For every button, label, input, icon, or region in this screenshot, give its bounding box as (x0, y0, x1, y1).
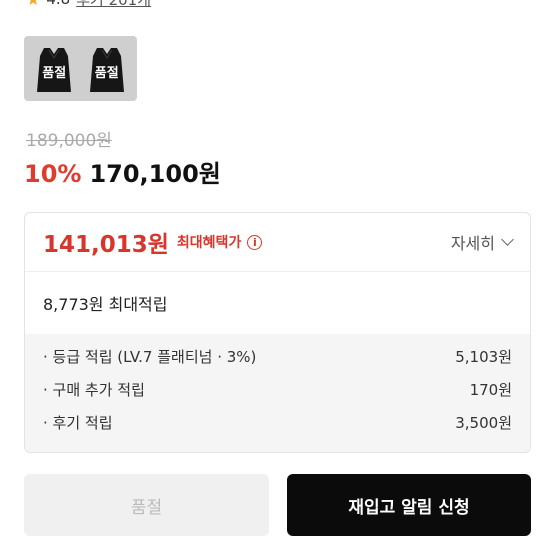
benefit-header: 141,013원 최대혜택가 i 자세히 (25, 213, 530, 272)
rating-score: 4.8 (46, 0, 70, 8)
list-item: · 등급 적립 (LV.7 플래티넘 · 3%) 5,103원 (43, 340, 512, 373)
breakdown-value: 170원 (469, 381, 512, 399)
max-benefit-price: 141,013원 (43, 232, 169, 258)
breakdown-label: · 등급 적립 (LV.7 플래티넘 · 3%) (43, 348, 257, 366)
list-item: · 구매 추가 적립 170원 (43, 373, 512, 406)
rating-row: ★ 4.8 후기 201개 (26, 0, 151, 10)
detail-toggle-label: 자세히 (450, 234, 495, 253)
list-item: · 후기 적립 3,500원 (43, 406, 512, 439)
benefit-panel: 141,013원 최대혜택가 i 자세히 8,773원 최대적립 · 등급 적립… (24, 212, 531, 453)
color-option-thumbnails: 품절 품절 (24, 36, 137, 101)
max-points: 8,773원 최대적립 (43, 295, 168, 314)
max-benefit-label: 최대혜택가 (176, 235, 242, 251)
star-icon: ★ (26, 0, 40, 9)
price-row: 10% 170,100원 (24, 154, 221, 189)
final-price: 170,100원 (89, 160, 221, 188)
soldout-label: 품절 (42, 65, 67, 81)
original-price: 189,000원 (26, 131, 112, 151)
chevron-down-icon (501, 233, 514, 246)
review-count-link[interactable]: 후기 201개 (76, 0, 151, 10)
info-icon[interactable]: i (247, 234, 263, 250)
breakdown-value: 5,103원 (455, 348, 512, 366)
points-breakdown: · 등급 적립 (LV.7 플래티넘 · 3%) 5,103원 · 구매 추가 … (25, 334, 530, 452)
soldout-button: 품절 (24, 474, 269, 536)
breakdown-value: 3,500원 (455, 414, 512, 432)
soldout-label: 품절 (94, 65, 119, 81)
discount-rate: 10% (24, 160, 82, 188)
color-option-thumbnail[interactable]: 품절 (84, 42, 130, 96)
breakdown-label: · 후기 적립 (43, 414, 113, 432)
detail-toggle-button[interactable]: 자세히 (450, 230, 514, 254)
restock-alert-button[interactable]: 재입고 알림 신청 (287, 474, 531, 536)
breakdown-label: · 구매 추가 적립 (43, 381, 145, 399)
color-option-thumbnail[interactable]: 품절 (31, 42, 77, 96)
